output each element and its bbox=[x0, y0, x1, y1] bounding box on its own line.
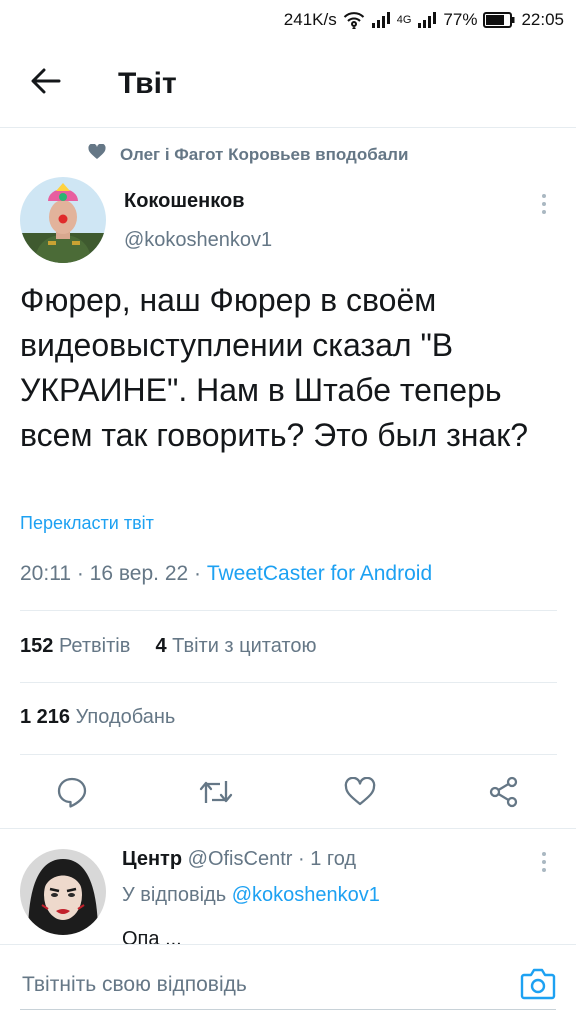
reply-input[interactable]: Твітніть свою відповідь bbox=[22, 973, 247, 997]
page-title: Твіт bbox=[118, 66, 177, 100]
divider bbox=[20, 682, 557, 683]
like-button[interactable] bbox=[342, 776, 378, 812]
reply-button[interactable] bbox=[54, 776, 90, 812]
reply-text: Опа ... bbox=[122, 928, 182, 944]
wifi-icon bbox=[343, 11, 365, 29]
status-bar: 241K/s 4G 77% 22:05 bbox=[0, 0, 576, 40]
divider bbox=[0, 828, 576, 829]
compose-bar: Твітніть свою відповідь bbox=[0, 944, 576, 1024]
tweet-text: Фюрер, наш Фюрер в своём видеовыступлени… bbox=[20, 282, 529, 453]
quotes-count: 4 bbox=[155, 635, 167, 657]
quotes-label: Твіти з цитатою bbox=[172, 635, 317, 657]
likes-count: 1 216 bbox=[20, 706, 71, 728]
clock: 22:05 bbox=[521, 10, 564, 29]
signal-icon bbox=[371, 12, 391, 28]
reply-author-name[interactable]: Центр bbox=[122, 848, 182, 870]
back-button[interactable] bbox=[16, 54, 76, 114]
reply-to-mention[interactable]: @kokoshenkov1 bbox=[232, 884, 380, 906]
action-bar bbox=[0, 768, 576, 818]
network-type: 4G bbox=[396, 14, 412, 26]
likes-label: Уподобань bbox=[75, 706, 176, 728]
camera-button[interactable] bbox=[520, 967, 556, 1001]
tweet-client-link[interactable]: TweetCaster for Android bbox=[207, 562, 432, 585]
reply-icon bbox=[56, 776, 88, 813]
divider bbox=[20, 610, 557, 611]
reply-to-line: У відповідь @kokoshenkov1 bbox=[122, 884, 380, 907]
retweet-icon bbox=[198, 777, 234, 812]
share-button[interactable] bbox=[486, 776, 522, 812]
retweet-button[interactable] bbox=[198, 776, 234, 812]
network-speed: 241K/s bbox=[283, 10, 337, 29]
retweet-stats: 152 Ретвітів 4 Твіти з цитатою bbox=[20, 635, 316, 658]
signal-icon bbox=[417, 12, 437, 28]
retweets-label: Ретвітів bbox=[58, 635, 131, 657]
tweet-more-button[interactable] bbox=[534, 192, 554, 216]
tweet-time: 20:11 bbox=[20, 562, 71, 585]
back-arrow-icon bbox=[31, 68, 61, 99]
reply-header: Центр @OfisCentr · 1 год bbox=[122, 848, 357, 870]
like-icon bbox=[344, 776, 376, 812]
likes-stat[interactable]: 1 216 Уподобань bbox=[20, 706, 175, 729]
battery-percent: 77% bbox=[443, 10, 478, 29]
translate-link[interactable]: Перекласти твіт bbox=[20, 513, 154, 534]
tweet-meta: 20:11 · 16 вер. 22 · TweetCaster for And… bbox=[20, 562, 433, 585]
share-icon bbox=[488, 776, 520, 813]
divider bbox=[20, 754, 557, 755]
more-vertical-icon bbox=[534, 194, 554, 220]
author-name[interactable]: Кокошенков bbox=[124, 190, 245, 213]
reply-to-prefix: У відповідь bbox=[122, 884, 227, 906]
camera-icon bbox=[520, 968, 556, 1005]
tweet-date: 16 вер. 22 bbox=[89, 562, 189, 585]
retweets-stat[interactable]: 152 Ретвітів bbox=[20, 635, 130, 657]
app-header: Твіт bbox=[0, 40, 576, 128]
reply-more-button[interactable] bbox=[534, 850, 554, 874]
reply-avatar[interactable] bbox=[20, 849, 106, 935]
avatar[interactable] bbox=[20, 177, 106, 263]
retweets-count: 152 bbox=[20, 635, 54, 657]
social-context[interactable]: Олег і Фагот Коровьев вподобали bbox=[88, 143, 409, 165]
input-underline bbox=[20, 1009, 556, 1010]
battery-icon bbox=[483, 12, 515, 28]
reply-age: 1 год bbox=[310, 848, 357, 870]
reply-author-handle[interactable]: @OfisCentr bbox=[188, 848, 293, 870]
heart-icon bbox=[88, 143, 106, 165]
quotes-stat[interactable]: 4 Твіти з цитатою bbox=[155, 635, 316, 657]
social-context-text: Олег і Фагот Коровьев вподобали bbox=[120, 144, 409, 164]
more-vertical-icon bbox=[534, 852, 554, 878]
author-handle[interactable]: @kokoshenkov1 bbox=[124, 229, 272, 252]
